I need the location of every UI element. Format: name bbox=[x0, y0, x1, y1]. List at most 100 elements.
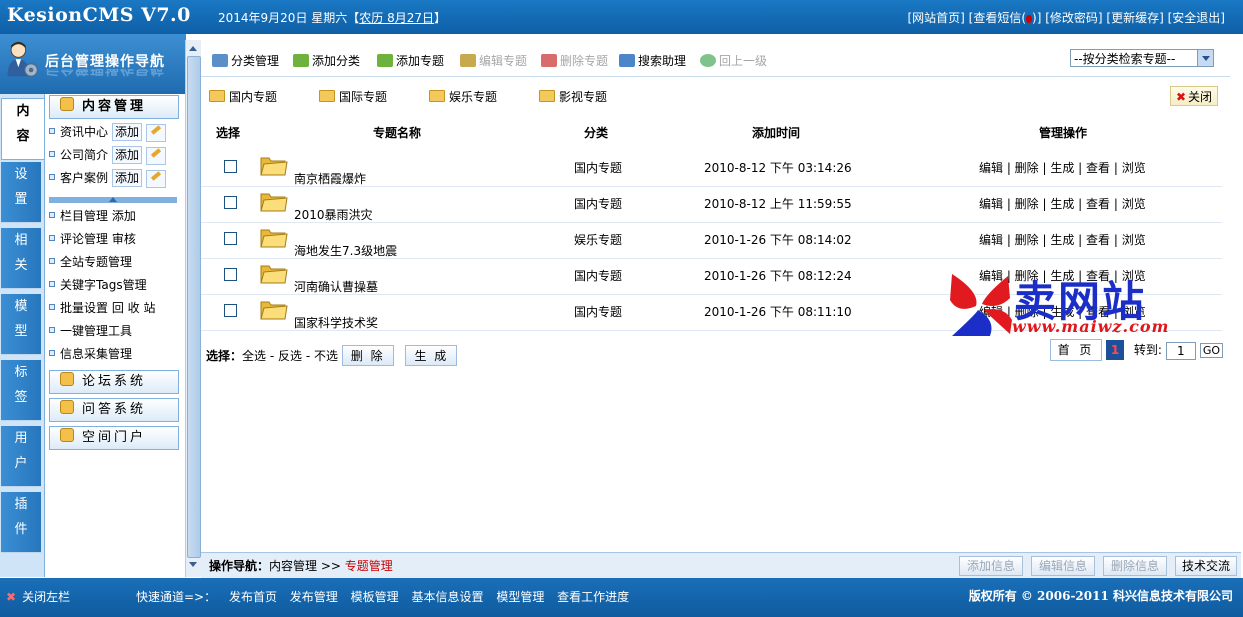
menu-item-topics[interactable]: 全站专题管理 bbox=[49, 253, 132, 270]
left-menu: 内容管理 资讯中心 添加 公司简介 添加 客户案例 添加 栏目管理 添加 评论管理 审… bbox=[45, 94, 185, 577]
tab-model[interactable]: 模型 bbox=[1, 294, 41, 355]
tab-content[interactable]: 内容 bbox=[1, 98, 44, 160]
chevron-down-icon[interactable] bbox=[1197, 50, 1213, 66]
add-company-button[interactable]: 添加 bbox=[112, 146, 143, 164]
folder-open-icon bbox=[260, 229, 288, 248]
topic-name-link[interactable]: 2010暴雨洪灾 bbox=[294, 206, 373, 223]
add-arrow-icon bbox=[377, 54, 393, 67]
quick-link-basic-settings[interactable]: 基本信息设置 bbox=[411, 590, 483, 604]
quick-link-publish-manage[interactable]: 发布管理 bbox=[290, 590, 338, 604]
change-password-link[interactable]: [修改密码] bbox=[1045, 11, 1102, 25]
tab-settings[interactable]: 设置 bbox=[1, 162, 41, 223]
topic-name-link[interactable]: 河南确认曹操墓 bbox=[294, 278, 378, 295]
menu-item-comments[interactable]: 评论管理 审核 bbox=[49, 230, 136, 247]
topic-time: 2010-1-26 下午 08:12:24 bbox=[704, 269, 852, 283]
add-news-button[interactable]: 添加 bbox=[112, 123, 143, 141]
topic-actions[interactable]: 编辑 | 删除 | 生成 | 查看 | 浏览 bbox=[979, 159, 1146, 176]
view-messages-link[interactable]: [查看短信()] bbox=[969, 11, 1042, 25]
section-forum[interactable]: 论坛系统 bbox=[49, 370, 179, 394]
add-case-button[interactable]: 添加 bbox=[112, 169, 143, 187]
search-assistant-button[interactable]: 搜索助理 bbox=[619, 52, 686, 69]
scroll-thumb[interactable] bbox=[187, 56, 201, 558]
edit-topic-button[interactable]: 编辑专题 bbox=[460, 52, 527, 69]
topic-actions[interactable]: 编辑 | 删除 | 生成 | 查看 | 浏览 bbox=[979, 231, 1146, 248]
edit-pencil-icon[interactable] bbox=[146, 123, 167, 142]
category-link-film[interactable]: 影视专题 bbox=[539, 88, 607, 105]
topic-name-link[interactable]: 南京栖霞爆炸 bbox=[294, 170, 366, 187]
close-icon: ✖ bbox=[6, 590, 17, 604]
row-checkbox[interactable] bbox=[224, 160, 237, 173]
topic-actions[interactable]: 编辑 | 删除 | 生成 | 查看 | 浏览 bbox=[979, 195, 1146, 212]
menu-item-tags[interactable]: 关键字Tags管理 bbox=[49, 276, 147, 293]
left-scrollbar[interactable] bbox=[185, 40, 201, 577]
category-link-international[interactable]: 国际专题 bbox=[319, 88, 387, 105]
batch-delete-button[interactable]: 删 除 bbox=[341, 345, 394, 366]
category-search-select[interactable]: --按分类检索专题-- bbox=[1070, 49, 1214, 67]
category-icon bbox=[212, 54, 228, 67]
topic-category: 国内专题 bbox=[574, 269, 623, 283]
menu-item-company: 公司简介 添加 bbox=[49, 146, 167, 165]
back-up-level-button[interactable]: 回上一级 bbox=[700, 52, 767, 69]
top-header: KesionCMS V7.0 2014年9月20日 星期六【农历 8月27日】 … bbox=[0, 0, 1243, 34]
folder-open-icon bbox=[260, 193, 288, 212]
invert-select-link[interactable]: 反选 bbox=[278, 349, 302, 363]
quick-link-progress[interactable]: 查看工作进度 bbox=[557, 590, 629, 604]
logout-link[interactable]: [安全退出] bbox=[1168, 11, 1225, 25]
row-checkbox[interactable] bbox=[224, 268, 237, 281]
delete-topic-button[interactable]: 删除专题 bbox=[541, 52, 608, 69]
section-qa[interactable]: 问答系统 bbox=[49, 398, 179, 422]
batch-generate-button[interactable]: 生 成 bbox=[405, 345, 458, 366]
section-space[interactable]: 空间门户 bbox=[49, 426, 179, 450]
add-info-button[interactable]: 添加信息 bbox=[959, 556, 1023, 576]
folder-icon bbox=[209, 90, 225, 102]
go-button[interactable]: GO bbox=[1199, 343, 1224, 358]
delete-info-button[interactable]: 删除信息 bbox=[1103, 556, 1167, 576]
menu-item-tools[interactable]: 一键管理工具 bbox=[49, 322, 132, 339]
edit-pencil-icon[interactable] bbox=[146, 146, 167, 165]
header-links: [网站首页] [查看短信()] [修改密码] [更新缓存] [安全退出] bbox=[907, 9, 1225, 26]
topic-name-link[interactable]: 海地发生7.3级地震 bbox=[294, 242, 397, 259]
category-manage-button[interactable]: 分类管理 bbox=[212, 52, 279, 69]
select-all-link[interactable]: 全选 bbox=[242, 349, 266, 363]
quick-link-publish-home[interactable]: 发布首页 bbox=[229, 590, 277, 604]
category-link-domestic[interactable]: 国内专题 bbox=[209, 88, 277, 105]
row-checkbox[interactable] bbox=[224, 304, 237, 317]
quick-link-template[interactable]: 模板管理 bbox=[351, 590, 399, 604]
section-content-management[interactable]: 内容管理 bbox=[49, 95, 179, 119]
folder-icon bbox=[319, 90, 335, 102]
nav-title: 后台管理操作导航 bbox=[45, 54, 165, 70]
collapse-bar[interactable] bbox=[49, 197, 177, 203]
quick-link-model[interactable]: 模型管理 bbox=[496, 590, 544, 604]
scroll-down-icon[interactable] bbox=[189, 562, 197, 571]
tab-users[interactable]: 用户 bbox=[1, 426, 41, 487]
breadcrumb: 操作导航：内容管理 >> 专题管理 bbox=[209, 559, 393, 573]
tab-related[interactable]: 相关 bbox=[1, 228, 41, 289]
close-left-panel-button[interactable]: ✖ 关闭左栏 bbox=[6, 588, 70, 605]
topic-category: 国内专题 bbox=[574, 305, 623, 319]
edit-info-button[interactable]: 编辑信息 bbox=[1031, 556, 1095, 576]
add-topic-button[interactable]: 添加专题 bbox=[377, 52, 444, 69]
close-button[interactable]: ✖ 关闭 bbox=[1170, 86, 1218, 106]
scroll-up-icon[interactable] bbox=[189, 42, 197, 51]
header-name: 专题名称 bbox=[373, 126, 422, 140]
lunar-date-link[interactable]: 农历 8月27日 bbox=[359, 11, 434, 25]
menu-item-collect[interactable]: 信息采集管理 bbox=[49, 345, 132, 362]
menu-item-batch[interactable]: 批量设置 回 收 站 bbox=[49, 299, 155, 316]
category-link-entertainment[interactable]: 娱乐专题 bbox=[429, 88, 497, 105]
bullet-icon bbox=[49, 350, 55, 356]
site-home-link[interactable]: [网站首页] bbox=[907, 11, 964, 25]
topic-name-link[interactable]: 国家科学技术奖 bbox=[294, 314, 378, 331]
edit-icon bbox=[460, 54, 476, 67]
tab-tags[interactable]: 标签 bbox=[1, 360, 41, 421]
tech-exchange-button[interactable]: 技术交流 bbox=[1175, 556, 1237, 576]
add-category-button[interactable]: 添加分类 bbox=[293, 52, 360, 69]
breadcrumb-content-link[interactable]: 内容管理 bbox=[269, 559, 317, 573]
update-cache-link[interactable]: [更新缓存] bbox=[1106, 11, 1163, 25]
select-none-link[interactable]: 不选 bbox=[314, 349, 338, 363]
menu-item-columns[interactable]: 栏目管理 添加 bbox=[49, 207, 136, 224]
row-checkbox[interactable] bbox=[224, 232, 237, 245]
edit-pencil-icon[interactable] bbox=[146, 169, 167, 188]
folder-icon bbox=[429, 90, 445, 102]
tab-plugins[interactable]: 插件 bbox=[1, 492, 41, 553]
row-checkbox[interactable] bbox=[224, 196, 237, 209]
